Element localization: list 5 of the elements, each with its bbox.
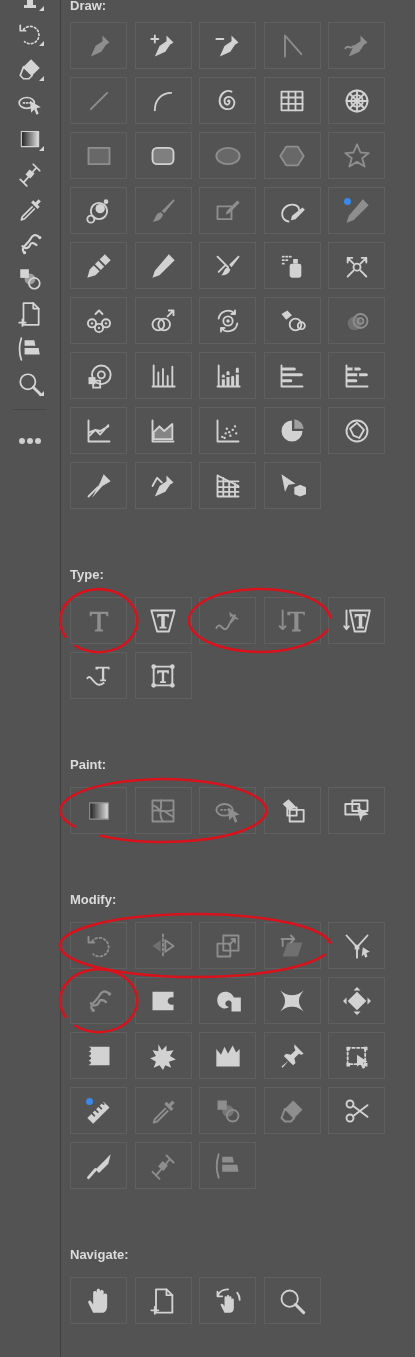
section-title: Type:	[70, 567, 105, 583]
section-title: Paint:	[70, 757, 108, 773]
section-title: Navigate:	[70, 1247, 130, 1263]
section-title: Draw:	[70, 0, 108, 12]
section-title: Modify:	[70, 892, 118, 908]
